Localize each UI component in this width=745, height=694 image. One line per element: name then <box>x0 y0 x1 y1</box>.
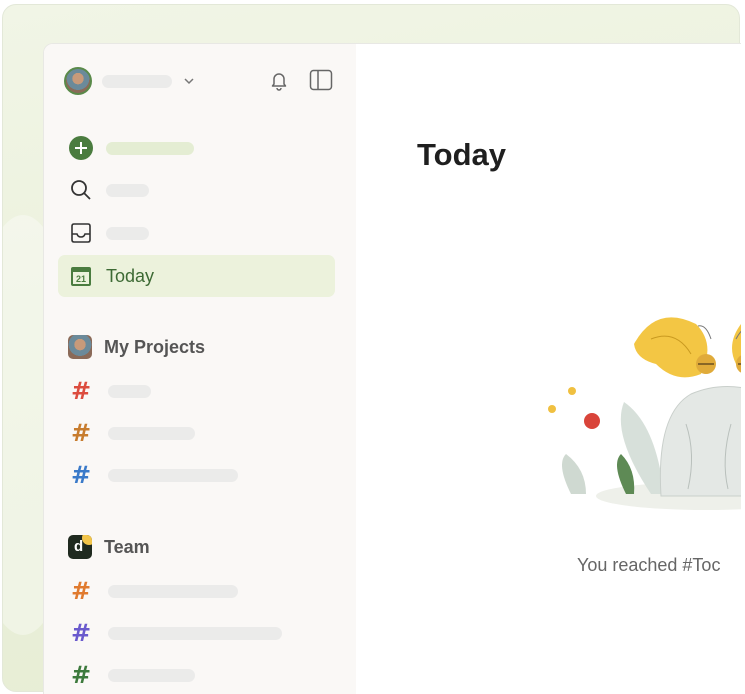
inbox-button[interactable] <box>58 212 335 254</box>
project-label <box>108 626 282 640</box>
project-hash-icon: # <box>70 619 92 647</box>
team-avatar: d <box>68 535 92 559</box>
project-hash-icon: # <box>70 577 92 605</box>
sidebar-item-today[interactable]: 21 Today <box>58 255 335 297</box>
inbox-icon <box>68 220 94 246</box>
today-label: Today <box>106 265 155 286</box>
project-label <box>108 668 195 682</box>
search-label <box>106 183 149 197</box>
chevron-down-icon <box>184 78 194 85</box>
my-projects-avatar <box>68 335 92 359</box>
project-item[interactable]: # <box>64 454 341 496</box>
page-title: Today <box>417 137 506 172</box>
add-task-icon <box>68 135 94 161</box>
calendar-today-icon: 21 <box>68 263 94 289</box>
user-name-placeholder <box>102 74 172 88</box>
bell-icon[interactable] <box>268 69 290 91</box>
add-task-label <box>106 141 194 155</box>
project-label <box>108 384 151 398</box>
inbox-label <box>106 226 149 240</box>
my-projects-header[interactable]: My Projects <box>68 335 205 359</box>
project-label <box>108 584 238 598</box>
project-hash-icon: # <box>70 661 92 689</box>
my-projects-title: My Projects <box>104 336 206 357</box>
sidebar: 21 Today My Projects # # # d Team # # # <box>44 44 356 694</box>
project-item[interactable]: # <box>64 370 341 412</box>
search-button[interactable] <box>58 169 335 211</box>
main-content: Today You reached #Toc <box>356 44 741 694</box>
app-window: 21 Today My Projects # # # d Team # # # … <box>43 43 741 694</box>
project-hash-icon: # <box>70 419 92 447</box>
project-item[interactable]: # <box>64 612 341 654</box>
sidebar-toggle-icon[interactable] <box>309 69 333 91</box>
project-hash-icon: # <box>70 461 92 489</box>
team-title: Team <box>104 536 150 557</box>
project-hash-icon: # <box>70 377 92 405</box>
project-item[interactable]: # <box>64 654 341 694</box>
project-item[interactable]: # <box>64 570 341 612</box>
project-label <box>108 468 238 482</box>
empty-state-illustration <box>548 317 741 510</box>
team-avatar-letter: d <box>74 538 84 555</box>
project-label <box>108 426 195 440</box>
project-item[interactable]: # <box>64 412 341 454</box>
search-icon <box>68 177 94 203</box>
empty-state-message: You reached #Toc <box>577 555 721 575</box>
avatar <box>64 67 92 95</box>
team-avatar-accent <box>82 535 92 545</box>
team-header[interactable]: d Team <box>68 535 150 559</box>
add-task-button[interactable] <box>58 127 335 169</box>
user-menu[interactable] <box>64 66 196 96</box>
calendar-day-number: 21 <box>76 274 86 284</box>
